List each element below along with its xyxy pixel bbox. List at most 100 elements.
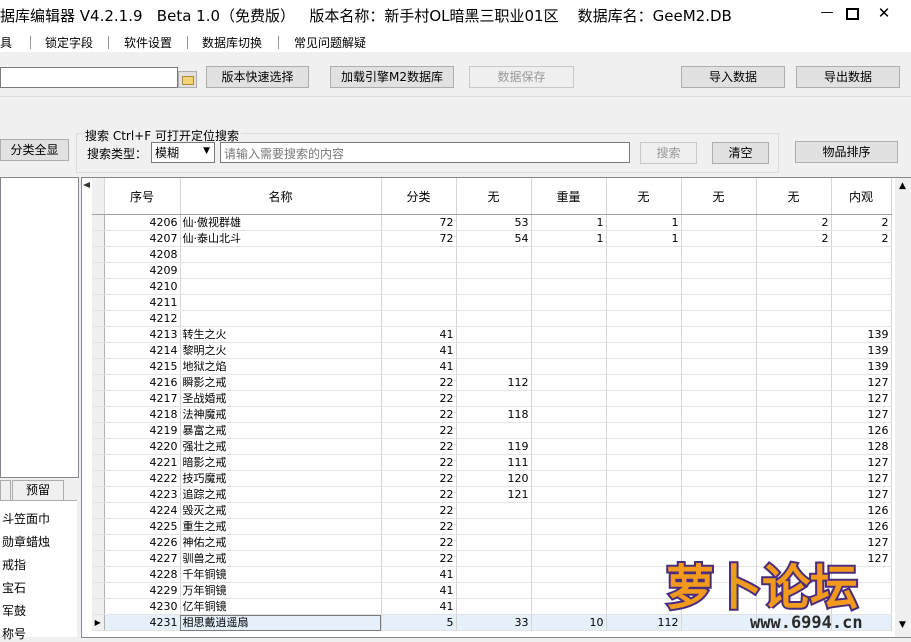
table-cell[interactable]: 72: [381, 230, 457, 247]
table-cell[interactable]: [381, 246, 457, 263]
table-cell[interactable]: [681, 374, 757, 391]
table-cell[interactable]: 2: [756, 230, 832, 247]
tab-reserved[interactable]: 预留: [12, 480, 64, 501]
row-header[interactable]: [92, 502, 105, 519]
table-cell[interactable]: [681, 470, 757, 487]
table-cell[interactable]: [456, 342, 532, 359]
table-cell[interactable]: [606, 422, 682, 439]
version-quick-select-button[interactable]: 版本快速选择: [206, 66, 309, 88]
table-cell[interactable]: [606, 262, 682, 279]
table-row[interactable]: 4219 暴富之戒 22 126: [92, 422, 892, 439]
table-cell[interactable]: [456, 278, 532, 295]
row-header[interactable]: ▶: [92, 614, 105, 631]
table-row[interactable]: 4210: [92, 278, 892, 295]
table-cell[interactable]: [681, 358, 757, 375]
cell-id[interactable]: 4213: [104, 326, 181, 343]
cell-name[interactable]: 圣战婚戒: [180, 390, 382, 407]
cell-id[interactable]: 4229: [104, 582, 181, 599]
table-cell[interactable]: [756, 358, 832, 375]
cell-name[interactable]: 万年铜镜: [180, 582, 382, 599]
table-cell[interactable]: [756, 502, 832, 519]
table-cell[interactable]: [381, 262, 457, 279]
table-cell[interactable]: 72: [381, 214, 457, 231]
cell-id[interactable]: 4215: [104, 358, 181, 375]
table-row[interactable]: 4216 瞬影之戒 22 112 127: [92, 374, 892, 391]
cell-name[interactable]: 地狱之焰: [180, 358, 382, 375]
table-cell[interactable]: [606, 454, 682, 471]
table-cell[interactable]: [756, 470, 832, 487]
row-header[interactable]: [92, 550, 105, 567]
table-cell[interactable]: 139: [831, 358, 892, 375]
table-cell[interactable]: 22: [381, 470, 457, 487]
table-cell[interactable]: [606, 326, 682, 343]
table-cell[interactable]: 127: [831, 486, 892, 503]
category-tree[interactable]: [0, 177, 79, 478]
column-header[interactable]: 名称: [180, 178, 382, 215]
table-cell[interactable]: [756, 454, 832, 471]
cell-name[interactable]: [180, 246, 382, 263]
table-cell[interactable]: 127: [831, 374, 892, 391]
row-header[interactable]: [92, 598, 105, 615]
table-cell[interactable]: [756, 342, 832, 359]
table-cell[interactable]: [456, 518, 532, 535]
cell-id[interactable]: 4207: [104, 230, 181, 247]
cell-name[interactable]: 技巧魔戒: [180, 470, 382, 487]
row-header[interactable]: [92, 422, 105, 439]
close-button[interactable]: ✕: [872, 4, 896, 24]
table-cell[interactable]: [606, 358, 682, 375]
table-cell[interactable]: [606, 486, 682, 503]
table-cell[interactable]: [531, 534, 607, 551]
table-row[interactable]: 4215 地狱之焰 41 139: [92, 358, 892, 375]
list-item[interactable]: 称号: [2, 625, 26, 642]
table-cell[interactable]: 139: [831, 342, 892, 359]
search-input[interactable]: 请输入需要搜索的内容: [220, 142, 630, 163]
table-row[interactable]: 4212: [92, 310, 892, 327]
table-cell[interactable]: 22: [381, 374, 457, 391]
clear-button[interactable]: 清空: [712, 142, 769, 164]
table-cell[interactable]: 22: [381, 486, 457, 503]
table-cell[interactable]: [456, 390, 532, 407]
table-cell[interactable]: 1: [531, 214, 607, 231]
table-cell[interactable]: [831, 294, 892, 311]
table-cell[interactable]: [681, 310, 757, 327]
table-row[interactable]: 4225 重生之戒 22 126: [92, 518, 892, 535]
table-cell[interactable]: [456, 294, 532, 311]
row-header[interactable]: [92, 342, 105, 359]
table-cell[interactable]: 41: [381, 342, 457, 359]
table-row[interactable]: 4223 追踪之戒 22 121 127: [92, 486, 892, 503]
table-cell[interactable]: 127: [831, 390, 892, 407]
table-cell[interactable]: 22: [381, 438, 457, 455]
table-cell[interactable]: 121: [456, 486, 532, 503]
table-cell[interactable]: 126: [831, 518, 892, 535]
table-cell[interactable]: [681, 214, 757, 231]
row-header[interactable]: [92, 374, 105, 391]
table-cell[interactable]: 1: [606, 230, 682, 247]
table-cell[interactable]: 126: [831, 422, 892, 439]
table-cell[interactable]: [756, 390, 832, 407]
cell-name[interactable]: 神佑之戒: [180, 534, 382, 551]
row-header[interactable]: [92, 534, 105, 551]
row-header[interactable]: [92, 310, 105, 327]
cell-name[interactable]: 仙·傲视群雄: [180, 214, 382, 231]
list-item[interactable]: 勋章蜡烛: [2, 533, 50, 550]
table-cell[interactable]: [681, 422, 757, 439]
search-type-select[interactable]: 模糊 ▼: [151, 142, 215, 163]
table-cell[interactable]: [456, 246, 532, 263]
list-item[interactable]: 斗笠面巾: [2, 510, 50, 527]
table-cell[interactable]: [531, 550, 607, 567]
table-cell[interactable]: [531, 374, 607, 391]
table-row[interactable]: 4214 黎明之火 41 139: [92, 342, 892, 359]
table-row[interactable]: 4207 仙·泰山北斗 72 54 1 1 2 2: [92, 230, 892, 247]
table-cell[interactable]: 119: [456, 438, 532, 455]
list-item[interactable]: 宝石: [2, 579, 26, 596]
row-header[interactable]: [92, 326, 105, 343]
table-cell[interactable]: 127: [831, 454, 892, 471]
table-cell[interactable]: [681, 262, 757, 279]
table-cell[interactable]: [681, 406, 757, 423]
table-cell[interactable]: [606, 390, 682, 407]
table-cell[interactable]: [756, 486, 832, 503]
table-cell[interactable]: [456, 422, 532, 439]
row-header[interactable]: [92, 470, 105, 487]
menu-settings[interactable]: 软件设置: [124, 34, 172, 51]
table-cell[interactable]: [681, 518, 757, 535]
